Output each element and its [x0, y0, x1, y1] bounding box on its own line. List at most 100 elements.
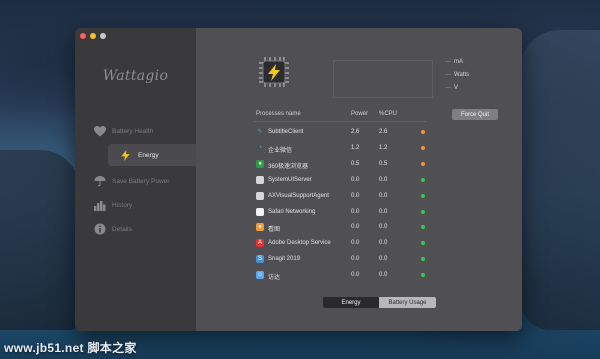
- status-dot: [421, 209, 425, 214]
- subtitle-client-icon: ✎: [257, 129, 263, 135]
- process-power: 0.5: [351, 160, 360, 167]
- process-power: 0.0: [351, 208, 360, 215]
- history-bars-icon: [93, 199, 106, 211]
- sidebar: Wattagio Battery Health Energy Save Batt…: [75, 28, 197, 331]
- energy-graph: [333, 60, 433, 98]
- umbrella-icon: [93, 175, 106, 187]
- generic-app-icon: [256, 191, 264, 200]
- wallpaper-rock-left: [0, 150, 80, 330]
- generic-app-icon: [256, 175, 264, 184]
- process-name: Snagit 2019: [268, 256, 301, 263]
- zoom-window-button[interactable]: [100, 33, 106, 39]
- sidebar-item-label: Battery Health: [112, 127, 154, 135]
- force-quit-button[interactable]: Force Quit: [452, 109, 498, 120]
- main-panel: --- mA --- Watts --- V Processes name Po…: [196, 28, 522, 331]
- process-name: 看图: [268, 227, 281, 234]
- process-power: 2.6: [351, 129, 360, 135]
- app-window: Wattagio Battery Health Energy Save Batt…: [75, 28, 522, 331]
- sidebar-item-energy[interactable]: Energy: [108, 144, 197, 166]
- sidebar-item-label: Details: [112, 225, 132, 233]
- sidebar-item-history[interactable]: History: [93, 196, 132, 214]
- process-cpu: 0.0: [379, 176, 388, 183]
- status-dot: [421, 241, 425, 246]
- close-window-button[interactable]: [80, 33, 86, 39]
- process-power: 0.0: [351, 224, 360, 231]
- legend-dash: ---: [445, 85, 451, 91]
- process-cpu: 1.2: [379, 144, 388, 151]
- legend-label: mA: [454, 59, 463, 65]
- process-row[interactable]: S Snagit 2019 0.0 0.0: [256, 252, 436, 266]
- process-power: 0.0: [351, 176, 360, 183]
- header-divider: [254, 121, 426, 122]
- legend-dash: ---: [445, 72, 451, 78]
- process-name: SubtitleClient: [268, 129, 304, 135]
- minimize-window-button[interactable]: [90, 33, 96, 39]
- segment-battery-usage[interactable]: Battery Usage: [379, 297, 436, 308]
- process-cpu: 0.0: [379, 208, 388, 215]
- process-name: Adobe Desktop Service: [268, 240, 331, 247]
- legend-dash: ---: [445, 59, 451, 65]
- image-viewer-icon: ●: [256, 223, 264, 232]
- process-cpu: 0.0: [379, 240, 388, 247]
- document-icon: [256, 207, 264, 216]
- finder-icon: ☺: [256, 271, 264, 280]
- process-name: SystemUIServer: [268, 176, 312, 183]
- segment-energy[interactable]: Energy: [323, 297, 379, 308]
- energy-chip-icon: [256, 54, 292, 90]
- status-dot: [421, 177, 425, 182]
- sidebar-item-label: Save Battery Power: [112, 177, 170, 185]
- process-power: 0.0: [351, 256, 360, 263]
- window-controls: [80, 33, 106, 39]
- bolt-icon: [119, 149, 132, 161]
- status-dot: [421, 273, 425, 278]
- legend-item-v: --- V: [445, 85, 458, 91]
- process-row[interactable]: ☺ 访达 0.0 0.0: [256, 268, 436, 282]
- process-row[interactable]: AXVisualSupportAgent 0.0 0.0: [256, 189, 436, 203]
- process-cpu: 0.0: [379, 272, 388, 279]
- status-dot: [421, 257, 425, 262]
- legend-label: Watts: [454, 72, 470, 78]
- process-row[interactable]: ● 看图 0.0 0.0: [256, 220, 436, 234]
- process-row[interactable]: ◔ 企业微信 1.2 1.2: [256, 141, 436, 155]
- site-watermark: www.jb51.net 脚本之家: [4, 341, 137, 355]
- browser-360-icon: ●: [256, 159, 264, 168]
- status-dot: [421, 225, 425, 230]
- sidebar-item-battery-health[interactable]: Battery Health: [93, 122, 153, 140]
- column-header-cpu: %CPU: [379, 111, 398, 117]
- process-row[interactable]: Safari Networking 0.0 0.0: [256, 205, 436, 219]
- heart-icon: [93, 125, 106, 137]
- process-name: 访达: [268, 275, 281, 282]
- process-power: 0.0: [351, 272, 360, 279]
- column-header-power: Power: [351, 111, 369, 117]
- legend-item-ma: --- mA: [445, 59, 463, 65]
- process-power: 0.0: [351, 192, 360, 199]
- process-name: 企业微信: [268, 147, 293, 154]
- wallpaper-rock-right: [520, 30, 600, 330]
- process-row[interactable]: SystemUIServer 0.0 0.0: [256, 173, 436, 187]
- process-power: 0.0: [351, 240, 360, 247]
- process-row[interactable]: ✎ SubtitleClient 2.6 2.6: [256, 125, 436, 139]
- view-segmented-control: Energy Battery Usage: [323, 297, 436, 308]
- column-header-name: Processes name: [256, 111, 301, 117]
- process-name: Safari Networking: [268, 208, 316, 215]
- process-cpu: 2.6: [379, 129, 388, 135]
- sidebar-item-details[interactable]: Details: [93, 220, 132, 238]
- legend-item-watts: --- Watts: [445, 72, 469, 78]
- status-dot: [421, 145, 425, 150]
- process-name: AXVisualSupportAgent: [268, 192, 329, 199]
- process-name: 360极速浏览器: [268, 163, 309, 170]
- status-dot: [421, 130, 425, 134]
- wecom-icon: ◔: [258, 144, 262, 151]
- app-logo: Wattagio: [102, 68, 169, 84]
- adobe-icon: A: [256, 239, 264, 248]
- process-cpu: 0.0: [379, 192, 388, 199]
- sidebar-item-label: History: [112, 201, 133, 209]
- process-row[interactable]: ● 360极速浏览器 0.5 0.5: [256, 157, 436, 171]
- process-row[interactable]: A Adobe Desktop Service 0.0 0.0: [256, 236, 436, 250]
- snagit-icon: S: [256, 255, 264, 264]
- process-cpu: 0.5: [379, 160, 388, 167]
- legend-label: V: [454, 85, 459, 91]
- info-icon: [93, 223, 106, 235]
- process-cpu: 0.0: [379, 224, 388, 231]
- sidebar-item-save-battery-power[interactable]: Save Battery Power: [93, 172, 169, 190]
